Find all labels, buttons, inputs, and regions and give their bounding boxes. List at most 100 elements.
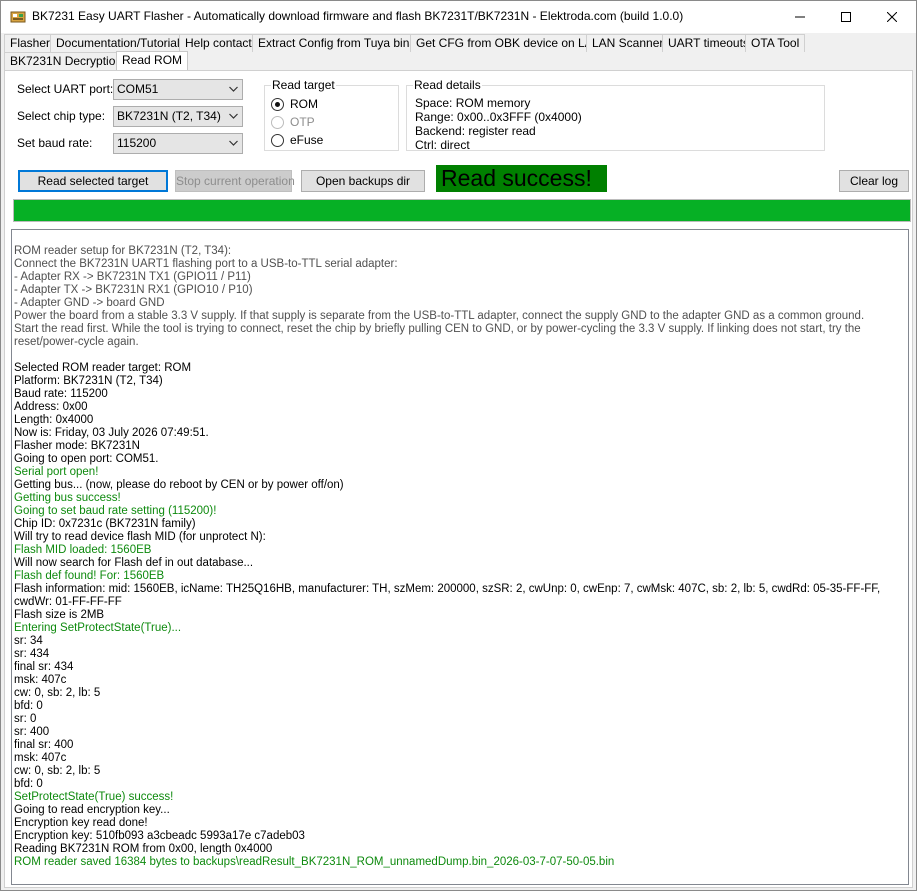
- close-button[interactable]: [869, 1, 915, 33]
- tab-read-rom[interactable]: Read ROM: [116, 51, 189, 70]
- chip-type-select[interactable]: BK7231N (T2, T34): [113, 106, 243, 127]
- log-line: Selected ROM reader target: ROM: [14, 362, 192, 374]
- chevron-down-icon: [229, 113, 238, 119]
- radio-efuse-indicator[interactable]: [271, 133, 284, 147]
- log-line: Will now search for Flash def in out dat…: [14, 557, 254, 569]
- minimize-icon: [795, 16, 805, 18]
- log-textbox[interactable]: ROM reader setup for BK7231N (T2, T34): C…: [11, 229, 909, 885]
- log-line: Entering SetProtectState(True)...: [14, 622, 182, 634]
- log-line: - Adapter RX -> BK7231N TX1 (GPIO11 / P1…: [14, 271, 251, 283]
- radio-efuse[interactable]: eFuse: [271, 132, 323, 148]
- log-line: Serial port open!: [14, 466, 99, 478]
- log-line: Address: 0x00: [14, 401, 88, 413]
- read-target-group: Read target ROM OTP eFuse: [264, 78, 399, 151]
- clear-log-button[interactable]: Clear log: [839, 170, 909, 192]
- tab-get-cfg-obk[interactable]: Get CFG from OBK device on LAN: [410, 34, 608, 52]
- log-line: - Adapter TX -> BK7231N RX1 (GPIO10 / P1…: [14, 284, 253, 296]
- log-line: sr: 400: [14, 726, 50, 738]
- tab-help-contact[interactable]: Help contact: [179, 34, 258, 52]
- close-icon: [887, 12, 897, 22]
- tab-ota-tool[interactable]: OTA Tool: [745, 34, 806, 52]
- log-line: Flash def found! For: 1560EB: [14, 570, 165, 582]
- log-line: final sr: 400: [14, 739, 74, 751]
- radio-rom-label: ROM: [290, 97, 318, 111]
- maximize-button[interactable]: [823, 1, 869, 33]
- log-line: sr: 434: [14, 648, 50, 660]
- app-icon: [10, 9, 26, 25]
- chip-type-label: Select chip type:: [17, 109, 106, 123]
- log-line: Encryption key read done!: [14, 817, 148, 829]
- radio-rom[interactable]: ROM: [271, 96, 318, 112]
- log-line: Now is: Friday, 03 July 2026 07:49:51.: [14, 427, 209, 439]
- status-label: Read success!: [436, 165, 607, 192]
- log-line: ROM reader setup for BK7231N (T2, T34):: [14, 245, 232, 257]
- log-line: Baud rate: 115200: [14, 388, 108, 400]
- maximize-icon: [841, 12, 851, 22]
- read-target-title: Read target: [271, 78, 336, 92]
- log-line: msk: 407c: [14, 674, 67, 686]
- log-line: Going to open port: COM51.: [14, 453, 159, 465]
- log-line: Will try to read device flash MID (for u…: [14, 531, 266, 543]
- log-line: Flash MID loaded: 1560EB: [14, 544, 152, 556]
- read-details-space: Space: ROM memory: [415, 96, 531, 110]
- log-line: Going to read encryption key...: [14, 804, 170, 816]
- read-details-title: Read details: [413, 78, 482, 92]
- uart-port-select[interactable]: COM51: [113, 79, 243, 100]
- log-line: Platform: BK7231N (T2, T34): [14, 375, 163, 387]
- baud-rate-value: 115200: [117, 136, 157, 150]
- log-line: - Adapter GND -> board GND: [14, 297, 165, 309]
- log-line: Length: 0x4000: [14, 414, 94, 426]
- tab-uart-timeouts[interactable]: UART timeouts: [662, 34, 755, 52]
- log-line: Flash size is 2MB: [14, 609, 105, 621]
- log-line: SetProtectState(True) success!: [14, 791, 174, 803]
- radio-efuse-label: eFuse: [290, 133, 324, 147]
- open-backups-button[interactable]: Open backups dir: [301, 170, 425, 192]
- read-details-ctrl: Ctrl: direct: [415, 138, 470, 152]
- progress-bar: [13, 199, 911, 222]
- chevron-down-icon: [229, 140, 238, 146]
- log-line: sr: 0: [14, 713, 37, 725]
- app-window: BK7231 Easy UART Flasher - Automatically…: [0, 0, 917, 891]
- window-title: BK7231 Easy UART Flasher - Automatically…: [32, 9, 684, 23]
- log-line: Chip ID: 0x7231c (BK7231N family): [14, 518, 196, 530]
- tab-bk7231n-decryption[interactable]: BK7231N Decryption: [4, 52, 129, 70]
- uart-port-value: COM51: [117, 82, 159, 96]
- uart-port-label: Select UART port:: [17, 82, 114, 96]
- radio-otp-label: OTP: [290, 115, 315, 129]
- read-selected-target-button[interactable]: Read selected target: [18, 170, 168, 192]
- read-rom-page: Select UART port: COM51 Select chip type…: [4, 70, 913, 888]
- tab-lan-scanner[interactable]: LAN Scanner: [586, 34, 670, 52]
- log-line: sr: 34: [14, 635, 43, 647]
- stop-operation-button: Stop current operation: [175, 170, 295, 192]
- baud-rate-select[interactable]: 115200: [113, 133, 243, 154]
- tab-flasher[interactable]: Flasher: [4, 34, 57, 52]
- tab-documentation[interactable]: Documentation/Tutorials: [50, 34, 192, 52]
- log-line: Connect the BK7231N UART1 flashing port …: [14, 258, 398, 270]
- log-line: Power the board from a stable 3.3 V supp…: [14, 310, 865, 322]
- tab-extract-config[interactable]: Extract Config from Tuya binary: [252, 34, 433, 52]
- minimize-button[interactable]: [777, 1, 823, 33]
- chip-type-value: BK7231N (T2, T34): [117, 109, 221, 123]
- read-details-range: Range: 0x00..0x3FFF (0x4000): [415, 110, 582, 124]
- log-line: bfd: 0: [14, 778, 43, 790]
- log-line: Encryption key: 510fb093 a3cbeadc 5993a1…: [14, 830, 305, 842]
- log-line: msk: 407c: [14, 752, 67, 764]
- radio-rom-indicator[interactable]: [271, 97, 284, 111]
- radio-otp-indicator: [271, 115, 284, 129]
- log-line: cw: 0, sb: 2, lb: 5: [14, 687, 101, 699]
- log-line: Getting bus... (now, please do reboot by…: [14, 479, 344, 491]
- read-details-group: Read details Space: ROM memory Range: 0x…: [406, 78, 825, 152]
- log-line: Reading BK7231N ROM from 0x00, length 0x…: [14, 843, 273, 855]
- log-line: bfd: 0: [14, 700, 43, 712]
- chevron-down-icon: [229, 86, 238, 92]
- progress-fill: [14, 200, 910, 221]
- baud-rate-label: Set baud rate:: [17, 136, 93, 150]
- log-line: Start the read first. While the tool is …: [14, 323, 864, 348]
- log-line: Flasher mode: BK7231N: [14, 440, 140, 452]
- read-details-backend: Backend: register read: [415, 124, 536, 138]
- log-line: cw: 0, sb: 2, lb: 5: [14, 765, 101, 777]
- log-line: Flash information: mid: 1560EB, icName: …: [14, 583, 884, 608]
- log-line: Going to set baud rate setting (115200)!: [14, 505, 217, 517]
- log-line: final sr: 434: [14, 661, 74, 673]
